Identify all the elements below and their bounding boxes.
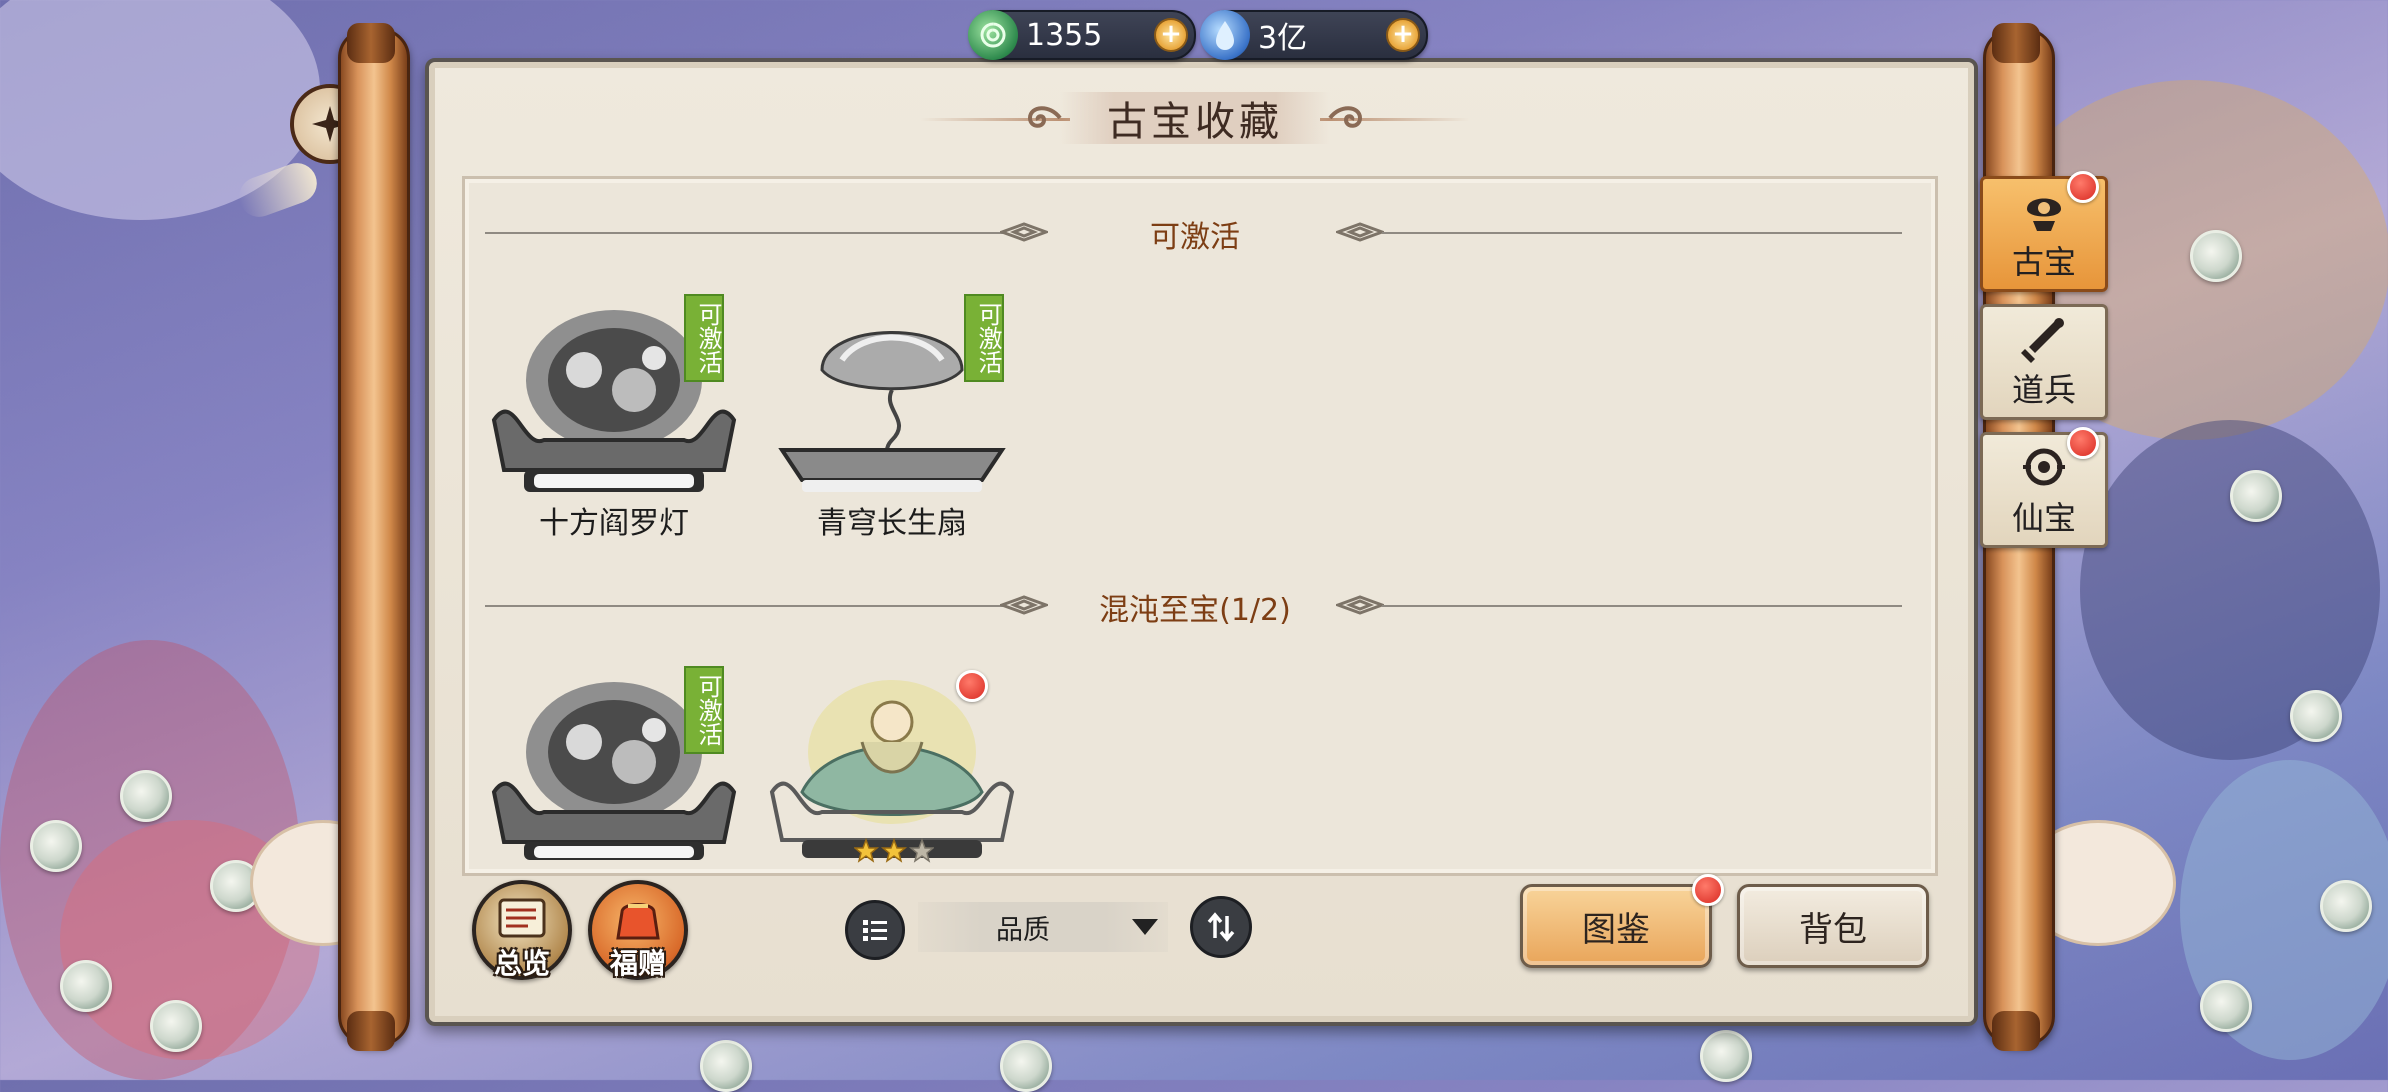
codex-button[interactable]: 图鉴	[1520, 884, 1712, 968]
star-rating	[852, 837, 936, 864]
gift-label: 福赠	[609, 947, 666, 980]
notification-dot	[956, 670, 988, 702]
crystal-amount: 3亿	[1258, 21, 1308, 56]
treasure-item-chaos-figure[interactable]	[762, 670, 1022, 922]
sort-order-button[interactable]	[1190, 896, 1252, 958]
section-divider	[1382, 605, 1902, 607]
section-ornament-right	[1336, 222, 1384, 242]
gift-button[interactable]: 福赠	[588, 880, 688, 980]
section-ornament-left	[1000, 222, 1048, 242]
add-crystal-button[interactable]: +	[1386, 18, 1420, 52]
resource-crystal: 3亿 +	[1200, 10, 1428, 60]
scroll-rod-left	[338, 23, 410, 1051]
section-ornament-left	[1000, 595, 1048, 615]
page-title: 古宝收藏	[1107, 99, 1283, 145]
jade-coin-icon	[968, 10, 1018, 60]
treasure-item-fan[interactable]: 可激活 青穹长生扇	[762, 294, 1022, 550]
bag-label: 背包	[1799, 909, 1867, 950]
notification-dot	[2067, 171, 2099, 203]
section-title-activatable: 可激活	[1150, 220, 1240, 255]
sort-dropdown[interactable]: 品质	[918, 902, 1168, 952]
tab-dao-weapon[interactable]: 道兵	[1980, 304, 2108, 420]
activatable-tag: 可激活	[684, 666, 724, 754]
immortal-figure-treasure-icon	[769, 680, 1015, 858]
dao-weapon-icon	[2021, 318, 2064, 363]
swap-arrows-icon	[1207, 912, 1235, 942]
treasure-name: 青穹长生扇	[817, 506, 967, 541]
title-banner: 古宝收藏	[1060, 92, 1330, 145]
immortal-treasure-icon	[2023, 448, 2065, 486]
activatable-tag: 可激活	[964, 294, 1004, 382]
tab-label: 古宝	[2011, 243, 2076, 281]
title-ornament-left	[1027, 106, 1062, 128]
sort-dropdown-value: 品质	[996, 914, 1050, 946]
resource-jade: 1355 +	[968, 10, 1196, 60]
overview-label: 总览	[493, 947, 550, 980]
list-filter-icon	[863, 920, 887, 941]
title-ornament-right	[1328, 106, 1363, 128]
overview-button[interactable]: 总览	[472, 880, 572, 980]
spirit-crystal-icon	[1200, 10, 1250, 60]
jade-amount: 1355	[1026, 17, 1103, 53]
activatable-tag: 可激活	[684, 294, 724, 382]
section-ornament-right	[1336, 595, 1384, 615]
treasure-name: 十方阎罗灯	[539, 506, 689, 541]
treasure-item-lantern[interactable]: 可激活 十方阎罗灯	[484, 294, 744, 550]
tab-label: 仙宝	[2011, 499, 2076, 537]
notification-dot	[2067, 427, 2099, 459]
section-title-chaos-treasure: 混沌至宝(1/2)	[1099, 593, 1291, 628]
notification-dot	[1692, 874, 1724, 906]
tab-ancient-treasure[interactable]: 古宝	[1980, 171, 2108, 292]
add-jade-button[interactable]: +	[1154, 18, 1188, 52]
chevron-down-icon	[1132, 919, 1158, 935]
bag-button[interactable]: 背包	[1737, 884, 1929, 968]
section-divider	[1382, 232, 1902, 234]
ancient-treasure-icon	[2027, 198, 2061, 231]
tab-label: 道兵	[2011, 371, 2076, 409]
section-divider	[485, 232, 1005, 234]
section-divider	[485, 605, 1005, 607]
tab-immortal-treasure[interactable]: 仙宝	[1980, 427, 2108, 548]
filter-list-button[interactable]	[845, 900, 905, 960]
codex-label: 图鉴	[1582, 909, 1650, 950]
